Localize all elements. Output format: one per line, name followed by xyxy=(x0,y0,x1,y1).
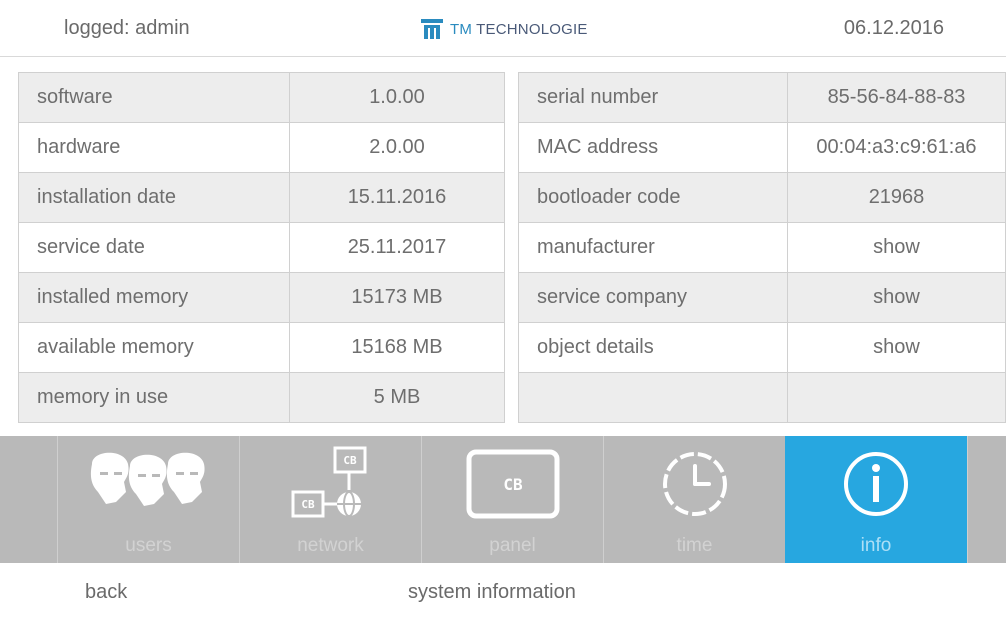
bootloader-code-label: bootloader code xyxy=(518,172,788,223)
installation-date-label: installation date xyxy=(18,172,290,223)
nav-label-users: users xyxy=(125,535,172,556)
table-row: manufacturer show xyxy=(518,222,1006,273)
nav-label-info: info xyxy=(860,535,892,556)
empty-cell xyxy=(518,372,788,423)
object-details-label: object details xyxy=(518,322,788,373)
table-row: available memory 15168 MB xyxy=(18,322,505,373)
clock-icon xyxy=(662,452,727,516)
system-info-table-right: serial number 85-56-84-88-83 MAC address… xyxy=(518,72,1006,423)
nav-item-time[interactable]: time xyxy=(603,436,785,563)
svg-text:CB: CB xyxy=(343,454,357,467)
table-row: installed memory 15173 MB xyxy=(18,272,505,323)
manufacturer-show-button[interactable]: show xyxy=(787,222,1006,273)
memory-in-use-value: 5 MB xyxy=(289,372,505,423)
installation-date-value: 15.11.2016 xyxy=(289,172,505,223)
back-button[interactable]: back xyxy=(85,563,127,610)
table-row: service date 25.11.2017 xyxy=(18,222,505,273)
available-memory-value: 15168 MB xyxy=(289,322,505,373)
service-date-value: 25.11.2017 xyxy=(289,222,505,273)
info-icon xyxy=(844,452,908,516)
serial-number-value: 85-56-84-88-83 xyxy=(787,72,1006,123)
bottom-bar: back system information xyxy=(0,563,1006,610)
nav-item-panel[interactable]: CB panel xyxy=(421,436,603,563)
memory-in-use-label: memory in use xyxy=(18,372,290,423)
bottom-nav: users CB CB network CB panel time info xyxy=(0,436,1006,563)
svg-text:CB: CB xyxy=(503,475,523,494)
logged-user-label: logged: admin xyxy=(64,17,190,39)
panel-icon: CB xyxy=(466,449,559,519)
table-row: installation date 15.11.2016 xyxy=(18,172,505,223)
table-row: hardware 2.0.00 xyxy=(18,122,505,173)
installed-memory-value: 15173 MB xyxy=(289,272,505,323)
hardware-value: 2.0.00 xyxy=(289,122,505,173)
hardware-label: hardware xyxy=(18,122,290,173)
table-row: MAC address 00:04:a3:c9:61:a6 xyxy=(518,122,1006,173)
installed-memory-label: installed memory xyxy=(18,272,290,323)
serial-number-label: serial number xyxy=(518,72,788,123)
mac-address-value: 00:04:a3:c9:61:a6 xyxy=(787,122,1006,173)
brand-logo: TM TECHNOLOGIE xyxy=(420,16,588,42)
nav-label-panel: panel xyxy=(489,535,536,556)
service-company-label: service company xyxy=(518,272,788,323)
nav-label-network: network xyxy=(297,535,364,556)
top-bar: logged: admin TM TECHNOLOGIE 06.12.2016 xyxy=(0,0,1006,57)
table-row: object details show xyxy=(518,322,1006,373)
table-row: memory in use 5 MB xyxy=(18,372,505,423)
system-info-table-left: software 1.0.00 hardware 2.0.00 installa… xyxy=(18,72,505,423)
tm-logo-icon xyxy=(421,19,443,39)
software-label: software xyxy=(18,72,290,123)
available-memory-label: available memory xyxy=(18,322,290,373)
object-details-show-button[interactable]: show xyxy=(787,322,1006,373)
service-company-show-button[interactable]: show xyxy=(787,272,1006,323)
table-row: software 1.0.00 xyxy=(18,72,505,123)
table-row: bootloader code 21968 xyxy=(518,172,1006,223)
manufacturer-label: manufacturer xyxy=(518,222,788,273)
service-date-label: service date xyxy=(18,222,290,273)
brand-name: TM TECHNOLOGIE xyxy=(450,20,588,38)
network-icon: CB CB xyxy=(291,446,366,518)
nav-edge xyxy=(967,436,1006,563)
table-row xyxy=(518,372,1006,423)
mac-address-label: MAC address xyxy=(518,122,788,173)
nav-item-users[interactable]: users xyxy=(57,436,239,563)
table-row: serial number 85-56-84-88-83 xyxy=(518,72,1006,123)
nav-label-time: time xyxy=(676,535,713,556)
users-icon xyxy=(90,452,205,506)
current-date: 06.12.2016 xyxy=(843,17,944,39)
nav-item-network[interactable]: CB CB network xyxy=(239,436,421,563)
page-title: system information xyxy=(408,581,576,603)
bootloader-code-value: 21968 xyxy=(787,172,1006,223)
svg-text:CB: CB xyxy=(301,498,315,511)
table-row: service company show xyxy=(518,272,1006,323)
empty-cell xyxy=(787,372,1006,423)
software-value: 1.0.00 xyxy=(289,72,505,123)
nav-item-info[interactable]: info xyxy=(785,436,967,563)
